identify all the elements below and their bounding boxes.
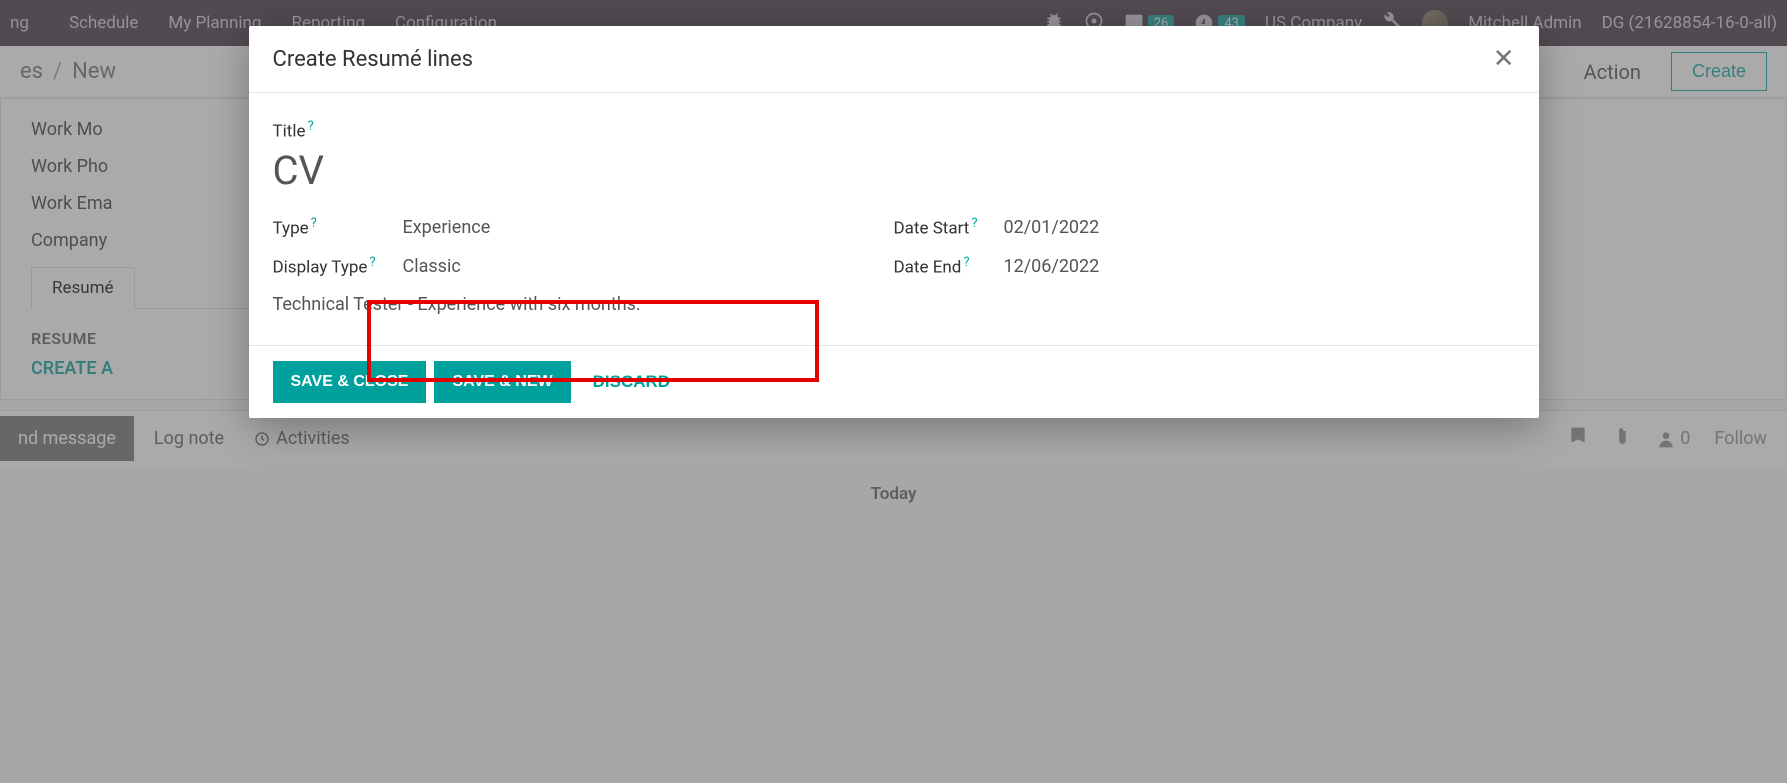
help-icon[interactable]: ?	[971, 216, 977, 231]
modal-dialog: Create Resumé lines ✕ Title? CV Type? Ex…	[249, 26, 1539, 418]
save-close-button[interactable]: SAVE & CLOSE	[273, 361, 427, 403]
field-date-start-value[interactable]: 02/01/2022	[1004, 217, 1100, 238]
label-date-start: Date Start	[894, 219, 970, 239]
discard-button[interactable]: DISCARD	[579, 360, 684, 404]
close-icon[interactable]: ✕	[1493, 44, 1515, 74]
modal-footer: SAVE & CLOSE SAVE & NEW DISCARD	[249, 345, 1539, 418]
save-new-button[interactable]: SAVE & NEW	[434, 361, 570, 403]
modal-overlay: Create Resumé lines ✕ Title? CV Type? Ex…	[0, 0, 1787, 783]
help-icon[interactable]: ?	[369, 255, 375, 270]
label-type: Type	[273, 219, 309, 239]
field-title-value[interactable]: CV	[273, 147, 1515, 194]
field-description[interactable]: Technical Tester - Experience with six m…	[273, 294, 894, 315]
field-display-type-value[interactable]: Classic	[403, 256, 461, 277]
label-title: Title	[273, 121, 306, 141]
modal-title: Create Resumé lines	[273, 47, 474, 72]
help-icon[interactable]: ?	[963, 255, 969, 270]
modal-header: Create Resumé lines ✕	[249, 26, 1539, 93]
field-date-end-value[interactable]: 12/06/2022	[1004, 256, 1100, 277]
help-icon[interactable]: ?	[311, 216, 317, 231]
label-display-type: Display Type	[273, 258, 368, 278]
label-date-end: Date End	[894, 258, 962, 278]
modal-body: Title? CV Type? Experience Display Type?…	[249, 93, 1539, 345]
field-type-value[interactable]: Experience	[403, 217, 491, 238]
help-icon[interactable]: ?	[308, 119, 314, 134]
